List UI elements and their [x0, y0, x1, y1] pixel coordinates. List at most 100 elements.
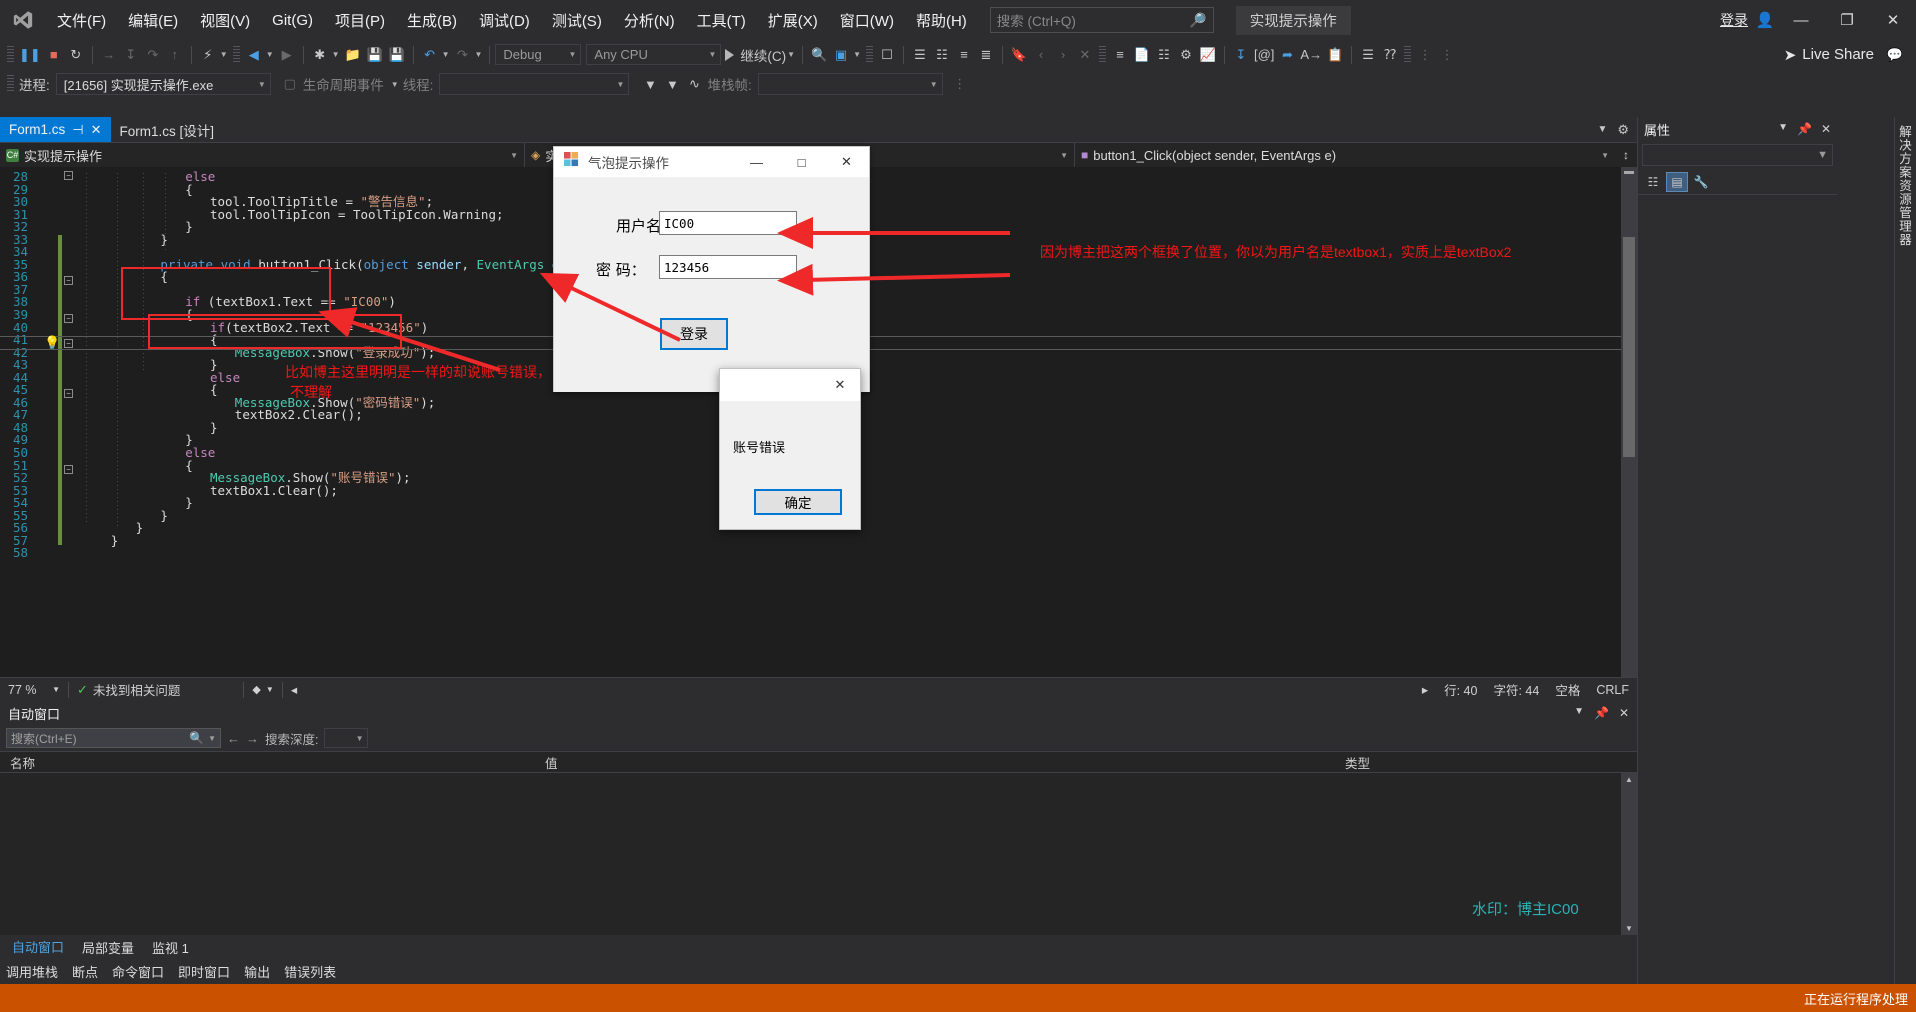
minimize-button[interactable]: — — [1778, 0, 1824, 40]
account-person-icon[interactable]: 👤 — [1752, 11, 1778, 29]
filter-threads-icon[interactable]: ▼ — [639, 72, 661, 96]
solution-configuration-select[interactable]: Debug ▼ — [495, 44, 581, 65]
thread-select[interactable]: ▼ — [439, 73, 629, 95]
toolbar-grip-4[interactable] — [1099, 46, 1106, 64]
stop-icon[interactable]: ■ — [43, 43, 65, 67]
show-next-statement-icon[interactable]: → — [98, 43, 120, 67]
chevron-down-icon[interactable]: ▼ — [208, 734, 216, 743]
indentation-indicator[interactable]: 空格 — [1547, 680, 1588, 699]
insert-snippet-icon[interactable]: ↧ — [1230, 43, 1252, 67]
tab-breakpoints[interactable]: 断点 — [72, 962, 98, 981]
lifecycle-events-icon[interactable]: ▢ — [279, 72, 301, 96]
menu-tools[interactable]: 工具(T) — [686, 5, 757, 36]
toggle-outline-icon[interactable]: ≡ — [1109, 43, 1131, 67]
menu-extensions[interactable]: 扩展(X) — [757, 5, 829, 36]
menu-edit[interactable]: 编辑(E) — [117, 5, 189, 36]
navigate-backward-icon[interactable]: ◀ — [243, 43, 265, 67]
clipboard-icon[interactable]: 📋 — [1324, 43, 1346, 67]
search-prev-icon[interactable]: ← — [227, 731, 240, 746]
pause-icon[interactable]: ❚❚ — [17, 43, 43, 67]
global-search-input[interactable]: 搜索 (Ctrl+Q) 🔎 — [990, 7, 1214, 33]
autos-search-input[interactable]: 搜索(Ctrl+E) 🔍 ▼ — [6, 728, 221, 748]
window-layout-icon[interactable]: ☐ — [876, 43, 898, 67]
decrease-indent-icon[interactable]: ≣ — [975, 43, 997, 67]
messagebox-close-button[interactable]: ✕ — [820, 369, 860, 401]
feedback-icon[interactable]: 💬 — [1884, 43, 1906, 67]
alphabetical-view-icon[interactable]: ▤ — [1666, 172, 1688, 192]
select-chevron-icon[interactable]: ▼ — [853, 50, 861, 59]
solution-platform-select[interactable]: Any CPU ▼ — [586, 44, 721, 65]
bookmark-next-icon[interactable]: › — [1052, 43, 1074, 67]
menu-file[interactable]: 文件(F) — [46, 5, 117, 36]
restart-icon[interactable]: ↻ — [65, 43, 87, 67]
stackframe-select[interactable]: ▼ — [758, 73, 943, 95]
quick-actions-lightbulb-icon[interactable]: 💡 — [44, 335, 60, 351]
restore-button[interactable]: ❐ — [1824, 0, 1870, 40]
bookmark-prev-icon[interactable]: ‹ — [1030, 43, 1052, 67]
autos-grid-body[interactable]: 水印：博主IC00 ▲ ▼ — [0, 773, 1637, 935]
solution-explorer-tab-strip[interactable]: 解决方案资源管理器 — [1894, 117, 1916, 984]
fold-toggle-icon[interactable]: − — [64, 314, 73, 323]
live-share-button[interactable]: ➤ Live Share — [1784, 46, 1874, 64]
autos-vertical-scrollbar[interactable]: ▲ ▼ — [1621, 773, 1637, 935]
scrollbar-thumb[interactable] — [1623, 237, 1635, 457]
flag-threads-icon[interactable]: ▼ — [661, 72, 683, 96]
step-out-icon[interactable]: ↑ — [164, 43, 186, 67]
error-nav-control[interactable]: ◆ ▼ — [244, 683, 281, 696]
scroll-up-icon[interactable]: ▲ — [1624, 775, 1634, 784]
menu-build[interactable]: 生成(B) — [396, 5, 468, 36]
categorized-view-icon[interactable]: ☷ — [1642, 172, 1664, 192]
search-next-icon[interactable]: → — [246, 731, 259, 746]
tab-list-chevron-icon[interactable]: ▼ — [1597, 124, 1607, 135]
save-icon[interactable]: 💾 — [364, 43, 386, 67]
toolbar-grip-3[interactable] — [866, 46, 873, 64]
username-input[interactable]: IC00 — [659, 211, 797, 235]
redo-chevron-icon[interactable]: ▼ — [474, 50, 482, 59]
menu-view[interactable]: 视图(V) — [189, 5, 261, 36]
process-select[interactable]: [21656] 实现提示操作.exe ▼ — [56, 73, 271, 95]
save-all-icon[interactable]: 💾 — [386, 43, 408, 67]
overflow-2-icon[interactable]: ⋮ — [1436, 43, 1458, 67]
debugbar-overflow-icon[interactable]: ⋮ — [949, 72, 971, 96]
tab-autos[interactable]: 自动窗口 — [4, 934, 72, 961]
font-size-icon[interactable]: A→ — [1298, 43, 1324, 67]
menu-analyze[interactable]: 分析(N) — [613, 5, 686, 36]
properties-wrench-icon[interactable]: 🔧 — [1690, 172, 1712, 192]
file-icon[interactable]: 📄 — [1131, 43, 1153, 67]
step-over-icon[interactable]: ↷ — [142, 43, 164, 67]
panel-close-icon[interactable]: ✕ — [1619, 706, 1629, 720]
help-list-icon[interactable]: ⁇ — [1379, 43, 1401, 67]
menu-test[interactable]: 测试(S) — [541, 5, 613, 36]
toolbar-grip-5[interactable] — [1404, 46, 1411, 64]
tab-locals[interactable]: 局部变量 — [74, 935, 142, 960]
line-ending-indicator[interactable]: CRLF — [1588, 683, 1637, 697]
zoom-level-select[interactable]: 77 % ▼ — [0, 683, 68, 697]
panel-chevron-icon[interactable]: ▼ — [1574, 706, 1584, 720]
panel-close-icon[interactable]: ✕ — [1821, 122, 1831, 136]
scroll-down-icon[interactable]: ▼ — [1624, 924, 1634, 933]
scroll-right-icon[interactable]: ▸ — [1414, 682, 1436, 697]
winform-maximize-button[interactable]: □ — [779, 147, 824, 177]
panel-pin-icon[interactable]: 📌 — [1594, 706, 1609, 720]
search-depth-select[interactable]: ▼ — [324, 728, 368, 748]
password-input[interactable]: 123456 — [659, 255, 797, 279]
close-icon[interactable]: ✕ — [91, 122, 102, 138]
navbar-project-select[interactable]: C# 实现提示操作 ▼ — [0, 143, 525, 167]
properties-grid[interactable] — [1638, 195, 1837, 984]
clear-bookmarks-icon[interactable]: ✕ — [1074, 43, 1096, 67]
tab-immediate-window[interactable]: 即时窗口 — [178, 962, 230, 981]
continue-button[interactable]: 继续(C) — [721, 45, 786, 65]
thread-swim-icon[interactable]: ∿ — [683, 72, 705, 96]
select-element-icon[interactable]: ▣ — [830, 43, 852, 67]
undo-icon[interactable]: ↶ — [419, 43, 441, 67]
winform-close-button[interactable]: ✕ — [824, 147, 869, 177]
code-line[interactable]: 57} — [0, 535, 1637, 548]
overflow-1-icon[interactable]: ⋮ — [1414, 43, 1436, 67]
fold-toggle-icon[interactable]: − — [64, 389, 73, 398]
winform-minimize-button[interactable]: — — [734, 147, 779, 177]
tab-watch1[interactable]: 监视 1 — [144, 935, 197, 960]
messagebox-dialog[interactable]: ✕ 账号错误 确定 — [719, 368, 861, 530]
redo-icon[interactable]: ↷ — [451, 43, 473, 67]
hot-reload-icon[interactable]: ⚡ — [197, 43, 219, 67]
uncomment-icon[interactable]: ☷ — [931, 43, 953, 67]
